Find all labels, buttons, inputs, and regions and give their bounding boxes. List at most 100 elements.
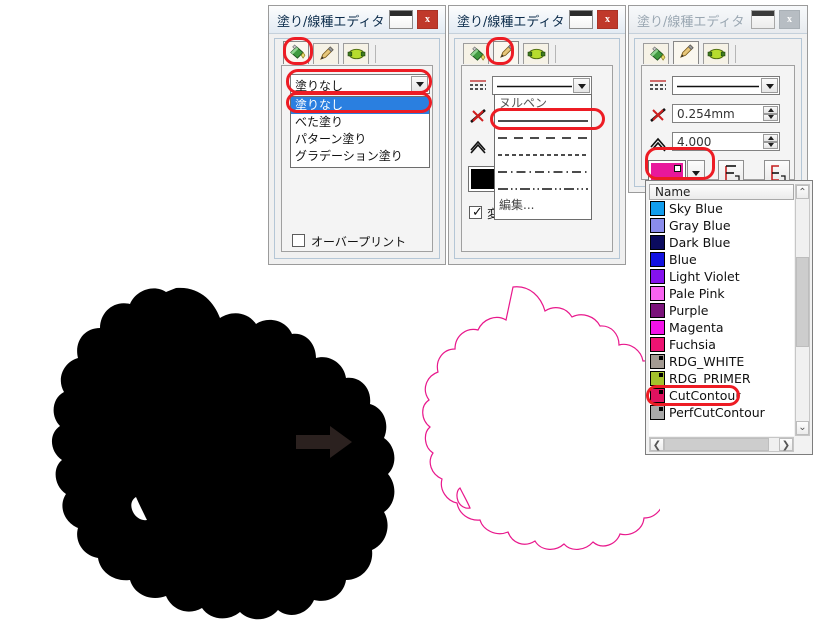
list-item[interactable]: べた塗り [291, 114, 429, 131]
overprint-checkbox[interactable] [292, 234, 305, 247]
fill-type-dropdown-arrow[interactable] [411, 76, 428, 92]
color-list-horizontal-scrollbar[interactable]: ❮ ❯ [649, 437, 794, 452]
spot-color-marker [659, 390, 663, 394]
overprint-label: オーバープリント [311, 235, 407, 249]
list-item[interactable]: Dark Blue [649, 234, 794, 251]
tab-stroke-paint[interactable] [313, 43, 339, 64]
dialog-body: 塗りなし 塗りなし べた塗り パターン塗り グラデーション塗り オーバープリント [274, 38, 440, 259]
list-item[interactable]: Sky Blue [649, 200, 794, 217]
list-item[interactable]: Magenta [649, 319, 794, 336]
dash-style-combo[interactable] [492, 76, 592, 95]
stroke-width-field[interactable]: 0.254mm [672, 104, 780, 123]
list-item[interactable]: 塗りなし [291, 97, 429, 114]
stroke-panel: ✓ 変 ヌルペン 編集... [461, 65, 613, 252]
miter-limit-stepper[interactable] [763, 134, 778, 149]
scroll-up-button[interactable]: ⌃ [796, 185, 809, 199]
color-swatch [650, 337, 665, 352]
miter-limit-field[interactable]: 4.000 [672, 132, 780, 151]
tab-stroke-paint[interactable] [493, 41, 519, 64]
outline-interior-hole [456, 487, 471, 509]
color-swatch [650, 286, 665, 301]
paint-bucket-icon [650, 46, 666, 61]
titlebar[interactable]: 塗り/線種エディタ x [269, 6, 445, 34]
fill-line-editor-dialog-stroke[interactable]: 塗り/線種エディタ x ✓ 変 ヌルペン 編集... [448, 5, 626, 265]
restore-button[interactable] [389, 10, 413, 29]
dash-style-option-list[interactable]: ヌルペン 編集... [494, 94, 592, 220]
color-list-vertical-scrollbar[interactable]: ⌃ ⌄ [795, 184, 810, 436]
pencil-icon [320, 46, 334, 60]
pencil-icon [680, 44, 694, 58]
dash-preview-solid [677, 85, 759, 88]
tab-divider [375, 45, 376, 63]
color-swatch [650, 201, 665, 216]
fill-type-option-list[interactable]: 塗りなし べた塗り パターン塗り グラデーション塗り [290, 96, 430, 168]
restore-button[interactable] [751, 10, 775, 29]
close-button[interactable]: x [597, 10, 618, 29]
tab-stroke-style[interactable] [343, 43, 369, 64]
vertical-scroll-thumb[interactable] [796, 257, 809, 347]
list-item[interactable] [495, 180, 591, 197]
stroke-width-value: 0.254mm [677, 107, 735, 121]
tab-fill[interactable] [283, 41, 309, 64]
paint-bucket-icon [470, 46, 486, 61]
color-list-header: Name [649, 184, 794, 200]
list-item[interactable]: Fuchsia [649, 336, 794, 353]
color-swatch-list-window[interactable]: Name Sky Blue Gray Blue Dark Blue Blue L… [645, 180, 813, 455]
list-item[interactable] [495, 112, 591, 129]
list-item[interactable]: Gray Blue [649, 217, 794, 234]
color-name: Fuchsia [669, 337, 716, 352]
tab-fill[interactable] [463, 43, 489, 64]
list-item[interactable]: Blue [649, 251, 794, 268]
color-swatch [650, 218, 665, 233]
restore-button[interactable] [569, 10, 593, 29]
dash-style-dropdown-arrow[interactable] [573, 78, 590, 93]
list-item[interactable]: グラデーション塗り [291, 148, 429, 165]
tab-stroke-paint[interactable] [673, 41, 699, 64]
list-item[interactable]: PerfCutContour [649, 404, 794, 421]
color-name: Blue [669, 252, 697, 267]
color-list[interactable]: Sky Blue Gray Blue Dark Blue Blue Light … [649, 200, 794, 436]
scroll-right-button[interactable]: ❯ [779, 438, 793, 451]
tab-fill[interactable] [643, 43, 669, 64]
color-name: RDG_WHITE [669, 354, 745, 369]
list-item[interactable] [495, 146, 591, 163]
list-item[interactable]: RDG_WHITE [649, 353, 794, 370]
color-swatch [650, 320, 665, 335]
list-item-edit[interactable]: 編集... [495, 197, 591, 214]
titlebar[interactable]: 塗り/線種エディタ x [629, 6, 807, 34]
dialog-body: 0.254mm 4.000 [634, 38, 802, 187]
dialog-title: 塗り/線種エディタ [637, 15, 745, 30]
list-item[interactable]: パターン塗り [291, 131, 429, 148]
dash-preview-dashdotdot [498, 188, 588, 190]
fill-line-editor-dialog-fill[interactable]: 塗り/線種エディタ x 塗りなし 塗りなし べた塗り パターン塗り グラデーショ… [268, 5, 446, 265]
list-item[interactable] [495, 163, 591, 180]
dash-pattern-icon [470, 80, 486, 90]
color-swatch [650, 303, 665, 318]
close-button[interactable]: x [779, 10, 800, 29]
color-swatch [650, 252, 665, 267]
dash-style-dropdown-arrow[interactable] [761, 78, 778, 93]
list-item[interactable]: RDG_PRIMER [649, 370, 794, 387]
stroke-width-stepper[interactable] [763, 106, 778, 121]
fill-type-combo[interactable]: 塗りなし [290, 74, 430, 94]
dialog-title: 塗り/線種エディタ [277, 15, 385, 30]
horizontal-scroll-thumb[interactable] [664, 438, 769, 451]
scroll-left-button[interactable]: ❮ [650, 438, 664, 451]
tab-stroke-style[interactable] [523, 43, 549, 64]
list-item[interactable]: Purple [649, 302, 794, 319]
tab-stroke-style[interactable] [703, 43, 729, 64]
stroke-scale-checkbox[interactable]: ✓ [469, 206, 483, 219]
list-item[interactable] [495, 129, 591, 146]
close-button[interactable]: x [417, 10, 438, 29]
dash-style-combo[interactable] [672, 76, 780, 95]
spot-color-marker [659, 356, 663, 360]
color-name: Purple [669, 303, 709, 318]
list-item[interactable]: ヌルペン [495, 95, 591, 112]
fill-line-editor-dialog-color[interactable]: 塗り/線種エディタ x 0.254mm 4.000 [628, 5, 808, 193]
tab-divider [735, 45, 736, 63]
titlebar[interactable]: 塗り/線種エディタ x [449, 6, 625, 34]
list-item[interactable]: CutContour [649, 387, 794, 404]
list-item[interactable]: Pale Pink [649, 285, 794, 302]
list-item[interactable]: Light Violet [649, 268, 794, 285]
scroll-down-button[interactable]: ⌄ [796, 421, 809, 435]
